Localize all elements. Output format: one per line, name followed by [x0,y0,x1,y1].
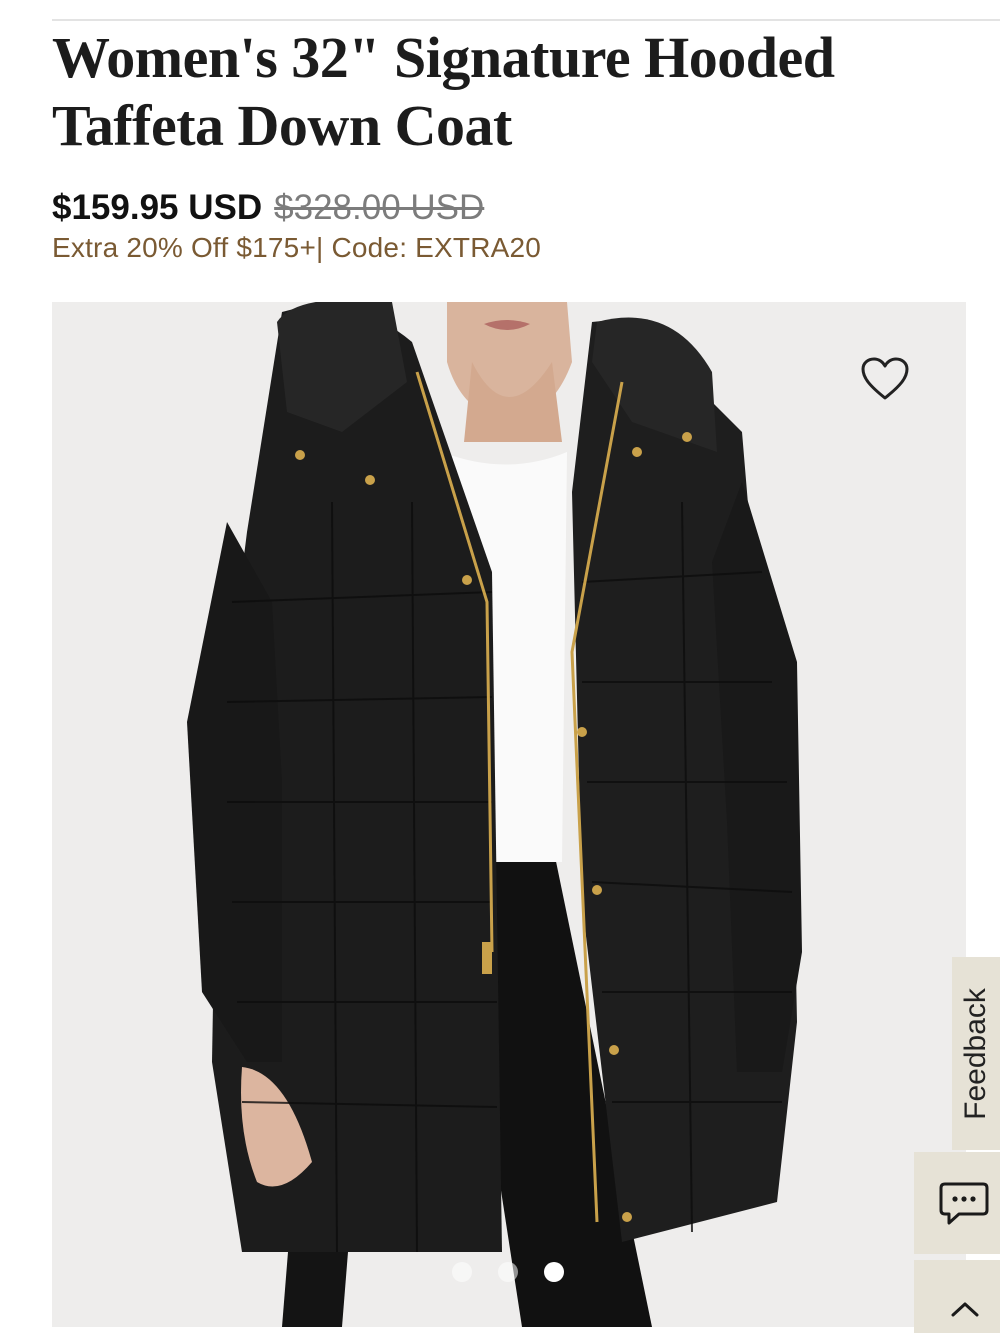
carousel-dot[interactable] [452,1262,472,1282]
carousel-dot[interactable] [498,1262,518,1282]
scroll-to-top-button[interactable] [914,1260,1000,1333]
original-price: $328.00 USD [274,188,485,227]
chevron-up-icon [951,1302,979,1317]
chat-button[interactable] [914,1152,1000,1254]
promo-text: Extra 20% Off $175+| Code: EXTRA20 [52,232,542,263]
feedback-label: Feedback [959,987,992,1120]
feedback-tab[interactable]: Feedback [952,957,1000,1150]
top-divider [52,19,1000,21]
price-row: $159.95 USD $328.00 USD [52,188,484,228]
chat-bubble-icon [939,1182,989,1225]
heart-outline-icon[interactable] [860,356,910,402]
sale-price: $159.95 USD [52,188,263,227]
product-title: Women's 32" Signature Hooded Taffeta Dow… [52,25,835,158]
product-image-gallery[interactable] [52,302,966,1327]
carousel-dot-active[interactable] [544,1262,564,1282]
carousel-indicators [452,1262,564,1282]
product-image [52,302,966,1327]
